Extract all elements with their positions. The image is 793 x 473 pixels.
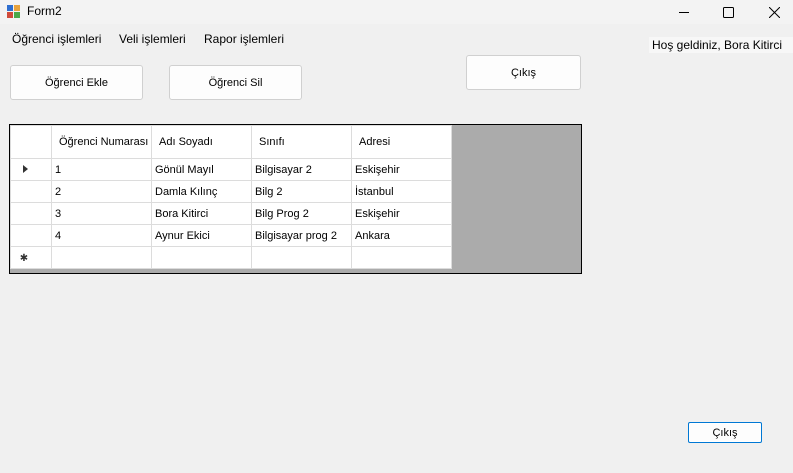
row-header[interactable] [10, 202, 52, 225]
cell-class[interactable]: Bilg 2 [251, 180, 352, 203]
exit-button-bottom[interactable]: Çıkış [688, 422, 762, 443]
column-header-adi-soyadi[interactable]: Adı Soyadı [151, 125, 252, 159]
add-student-button[interactable]: Öğrenci Ekle [10, 65, 143, 100]
students-table: Öğrenci Numarası Adı Soyadı Sınıfı Adres… [10, 125, 452, 269]
cell-class[interactable]: Bilgisayar prog 2 [251, 224, 352, 247]
row-header[interactable] [10, 224, 52, 247]
cell-address[interactable]: İstanbul [351, 180, 452, 203]
minimize-button[interactable] [661, 0, 707, 24]
cell-name[interactable]: Damla Kılınç [151, 180, 252, 203]
cell-address[interactable]: Ankara [351, 224, 452, 247]
row-pointer-icon [22, 164, 28, 173]
minimize-icon [678, 11, 689, 13]
cell-name[interactable]: Aynur Ekici [151, 224, 252, 247]
cell-address[interactable]: Eskişehir [351, 158, 452, 181]
new-row-star-icon: ✱ [19, 252, 29, 264]
new-cell-address[interactable] [351, 246, 452, 269]
exit-button-top[interactable]: Çıkış [466, 55, 581, 90]
cell-no[interactable]: 3 [51, 202, 152, 225]
close-icon [768, 6, 780, 18]
cell-name[interactable]: Gönül Mayıl [151, 158, 252, 181]
new-cell-name[interactable] [151, 246, 252, 269]
row-header[interactable]: ✱ [10, 246, 52, 269]
maximize-icon [722, 6, 734, 18]
cell-class[interactable]: Bilgisayar 2 [251, 158, 352, 181]
students-data-grid[interactable]: Öğrenci Numarası Adı Soyadı Sınıfı Adres… [9, 124, 582, 274]
menu-rapor-islemleri[interactable]: Rapor işlemleri [204, 32, 284, 46]
new-row[interactable]: ✱ [10, 246, 452, 269]
cell-no[interactable]: 4 [51, 224, 152, 247]
row-header[interactable] [10, 180, 52, 203]
cell-name[interactable]: Bora Kitirci [151, 202, 252, 225]
title-bar: Form2 [0, 0, 793, 24]
header-row: Öğrenci Numarası Adı Soyadı Sınıfı Adres… [10, 125, 452, 159]
menu-ogrenci-islemleri[interactable]: Öğrenci işlemleri [12, 32, 101, 46]
row-header[interactable] [10, 158, 52, 181]
column-header-adresi[interactable]: Adresi [351, 125, 452, 159]
new-cell-class[interactable] [251, 246, 352, 269]
delete-student-button[interactable]: Öğrenci Sil [169, 65, 302, 100]
table-row[interactable]: 4 Aynur Ekici Bilgisayar prog 2 Ankara [10, 224, 452, 247]
column-header-ogrenci-numarasi[interactable]: Öğrenci Numarası [51, 125, 152, 159]
table-row[interactable]: 3 Bora Kitirci Bilg Prog 2 Eskişehir [10, 202, 452, 225]
window-title: Form2 [27, 4, 62, 18]
table-row[interactable]: 1 Gönül Mayıl Bilgisayar 2 Eskişehir [10, 158, 452, 181]
app-form-icon [7, 5, 20, 18]
maximize-button[interactable] [705, 0, 751, 24]
welcome-label: Hoş geldiniz, Bora Kitirci [649, 37, 793, 53]
new-cell-no[interactable] [51, 246, 152, 269]
header-corner [10, 125, 52, 159]
table-row[interactable]: 2 Damla Kılınç Bilg 2 İstanbul [10, 180, 452, 203]
close-button[interactable] [751, 0, 793, 24]
column-header-sinifi[interactable]: Sınıfı [251, 125, 352, 159]
cell-address[interactable]: Eskişehir [351, 202, 452, 225]
cell-class[interactable]: Bilg Prog 2 [251, 202, 352, 225]
cell-no[interactable]: 1 [51, 158, 152, 181]
menu-veli-islemleri[interactable]: Veli işlemleri [119, 32, 186, 46]
cell-no[interactable]: 2 [51, 180, 152, 203]
